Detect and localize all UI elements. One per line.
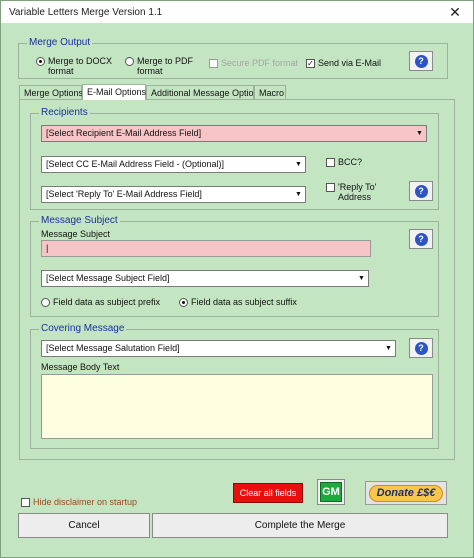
recipient-email-field-select[interactable]: [Select Recipient E-Mail Address Field] … [41,125,427,142]
tab-additional-message-options[interactable]: Additional Message Options [146,85,263,100]
salutation-field-select[interactable]: [Select Message Salutation Field] ▼ [41,340,396,357]
recipients-help-button[interactable]: ? [409,181,433,201]
message-subject-input[interactable]: | [41,240,371,257]
checkbox-box [326,183,335,192]
tab-macro[interactable]: Macro [254,85,286,100]
message-subject-input-label: Message Subject [41,229,111,239]
recipients-label: Recipients [39,107,90,119]
complete-merge-label: Complete the Merge [254,520,346,531]
bcc-label: BCC? [338,157,363,167]
close-icon[interactable]: ✕ [437,1,473,23]
subject-suffix-radio[interactable]: Field data as subject suffix [179,297,297,307]
cc-email-field-text: [Select CC E-Mail Address Field - (Optio… [46,159,225,169]
radio-dot [41,298,50,307]
chevron-down-icon[interactable]: ▼ [292,157,305,172]
donate-button[interactable]: Donate £$€ [365,481,447,505]
reply-to-email-field-text: [Select 'Reply To' E-Mail Address Field] [46,189,202,199]
chevron-down-icon[interactable]: ▼ [292,187,305,202]
tab-email-options[interactable]: E-Mail Options [82,84,146,100]
secure-pdf-label: Secure PDF format [221,58,299,68]
merge-docx-label: Merge to DOCX format [48,56,113,76]
chevron-down-icon[interactable]: ▼ [382,341,395,356]
subject-prefix-label: Field data as subject prefix [53,297,161,307]
covering-message-label: Covering Message [39,323,127,335]
checkbox-box [21,498,30,507]
help-icon: ? [414,341,428,355]
send-email-checkbox[interactable]: ✓ Send via E-Mail [306,58,381,68]
subject-prefix-radio[interactable]: Field data as subject prefix [41,297,160,307]
donate-label: Donate £$€ [369,484,443,502]
window-title: Variable Letters Merge Version 1.1 [9,6,163,18]
merge-docx-radio[interactable]: Merge to DOCX format [36,56,116,76]
text-cursor: | [46,243,49,253]
merge-output-label: Merge Output [27,37,93,49]
message-subject-label: Message Subject [39,215,120,227]
clear-all-fields-label: Clear all fields [239,488,297,498]
merge-pdf-radio[interactable]: Merge to PDF format [125,56,201,76]
subject-suffix-label: Field data as subject suffix [191,297,297,307]
checkbox-box [209,59,218,68]
radio-dot [36,57,45,66]
help-icon: ? [414,184,428,198]
merge-pdf-label: Merge to PDF format [137,56,194,76]
clear-all-fields-button[interactable]: Clear all fields [233,483,303,503]
check-mark-icon: ✓ [306,59,315,68]
secure-pdf-checkbox[interactable]: Secure PDF format [209,58,298,68]
cancel-label: Cancel [68,520,100,531]
hide-disclaimer-checkbox[interactable]: Hide disclaimer on startup [21,497,137,507]
bcc-checkbox[interactable]: BCC? [326,157,362,167]
tab-merge-options[interactable]: Merge Options [19,85,83,100]
message-body-label: Message Body Text [41,362,120,372]
cancel-button[interactable]: Cancel [18,513,150,538]
message-subject-field-select[interactable]: [Select Message Subject Field] ▼ [41,270,369,287]
checkbox-box [326,158,335,167]
gm-logo-button[interactable]: GM [317,479,345,505]
cc-email-field-select[interactable]: [Select CC E-Mail Address Field - (Optio… [41,156,306,173]
send-email-label: Send via E-Mail [318,58,382,68]
covering-message-help-button[interactable]: ? [409,338,433,358]
subject-help-button[interactable]: ? [409,229,433,249]
help-icon: ? [414,54,428,68]
radio-dot [125,57,134,66]
radio-dot [179,298,188,307]
reply-to-label: 'Reply To' Address [338,182,377,202]
salutation-field-text: [Select Message Salutation Field] [46,343,180,353]
chevron-down-icon[interactable]: ▼ [355,271,368,286]
recipient-email-field-text: [Select Recipient E-Mail Address Field] [46,128,202,138]
merge-output-help-button[interactable]: ? [409,51,433,71]
title-bar: Variable Letters Merge Version 1.1 ✕ [1,1,473,23]
gm-logo-icon: GM [320,482,342,502]
reply-to-checkbox[interactable]: 'Reply To' Address [326,182,386,202]
hide-disclaimer-label: Hide disclaimer on startup [33,497,138,507]
main-window: Variable Letters Merge Version 1.1 ✕ Mer… [0,0,474,558]
complete-merge-button[interactable]: Complete the Merge [152,513,448,538]
message-body-textarea[interactable] [41,374,433,439]
message-subject-field-text: [Select Message Subject Field] [46,273,170,283]
chevron-down-icon[interactable]: ▼ [413,126,426,141]
help-icon: ? [414,232,428,246]
reply-to-email-field-select[interactable]: [Select 'Reply To' E-Mail Address Field]… [41,186,306,203]
